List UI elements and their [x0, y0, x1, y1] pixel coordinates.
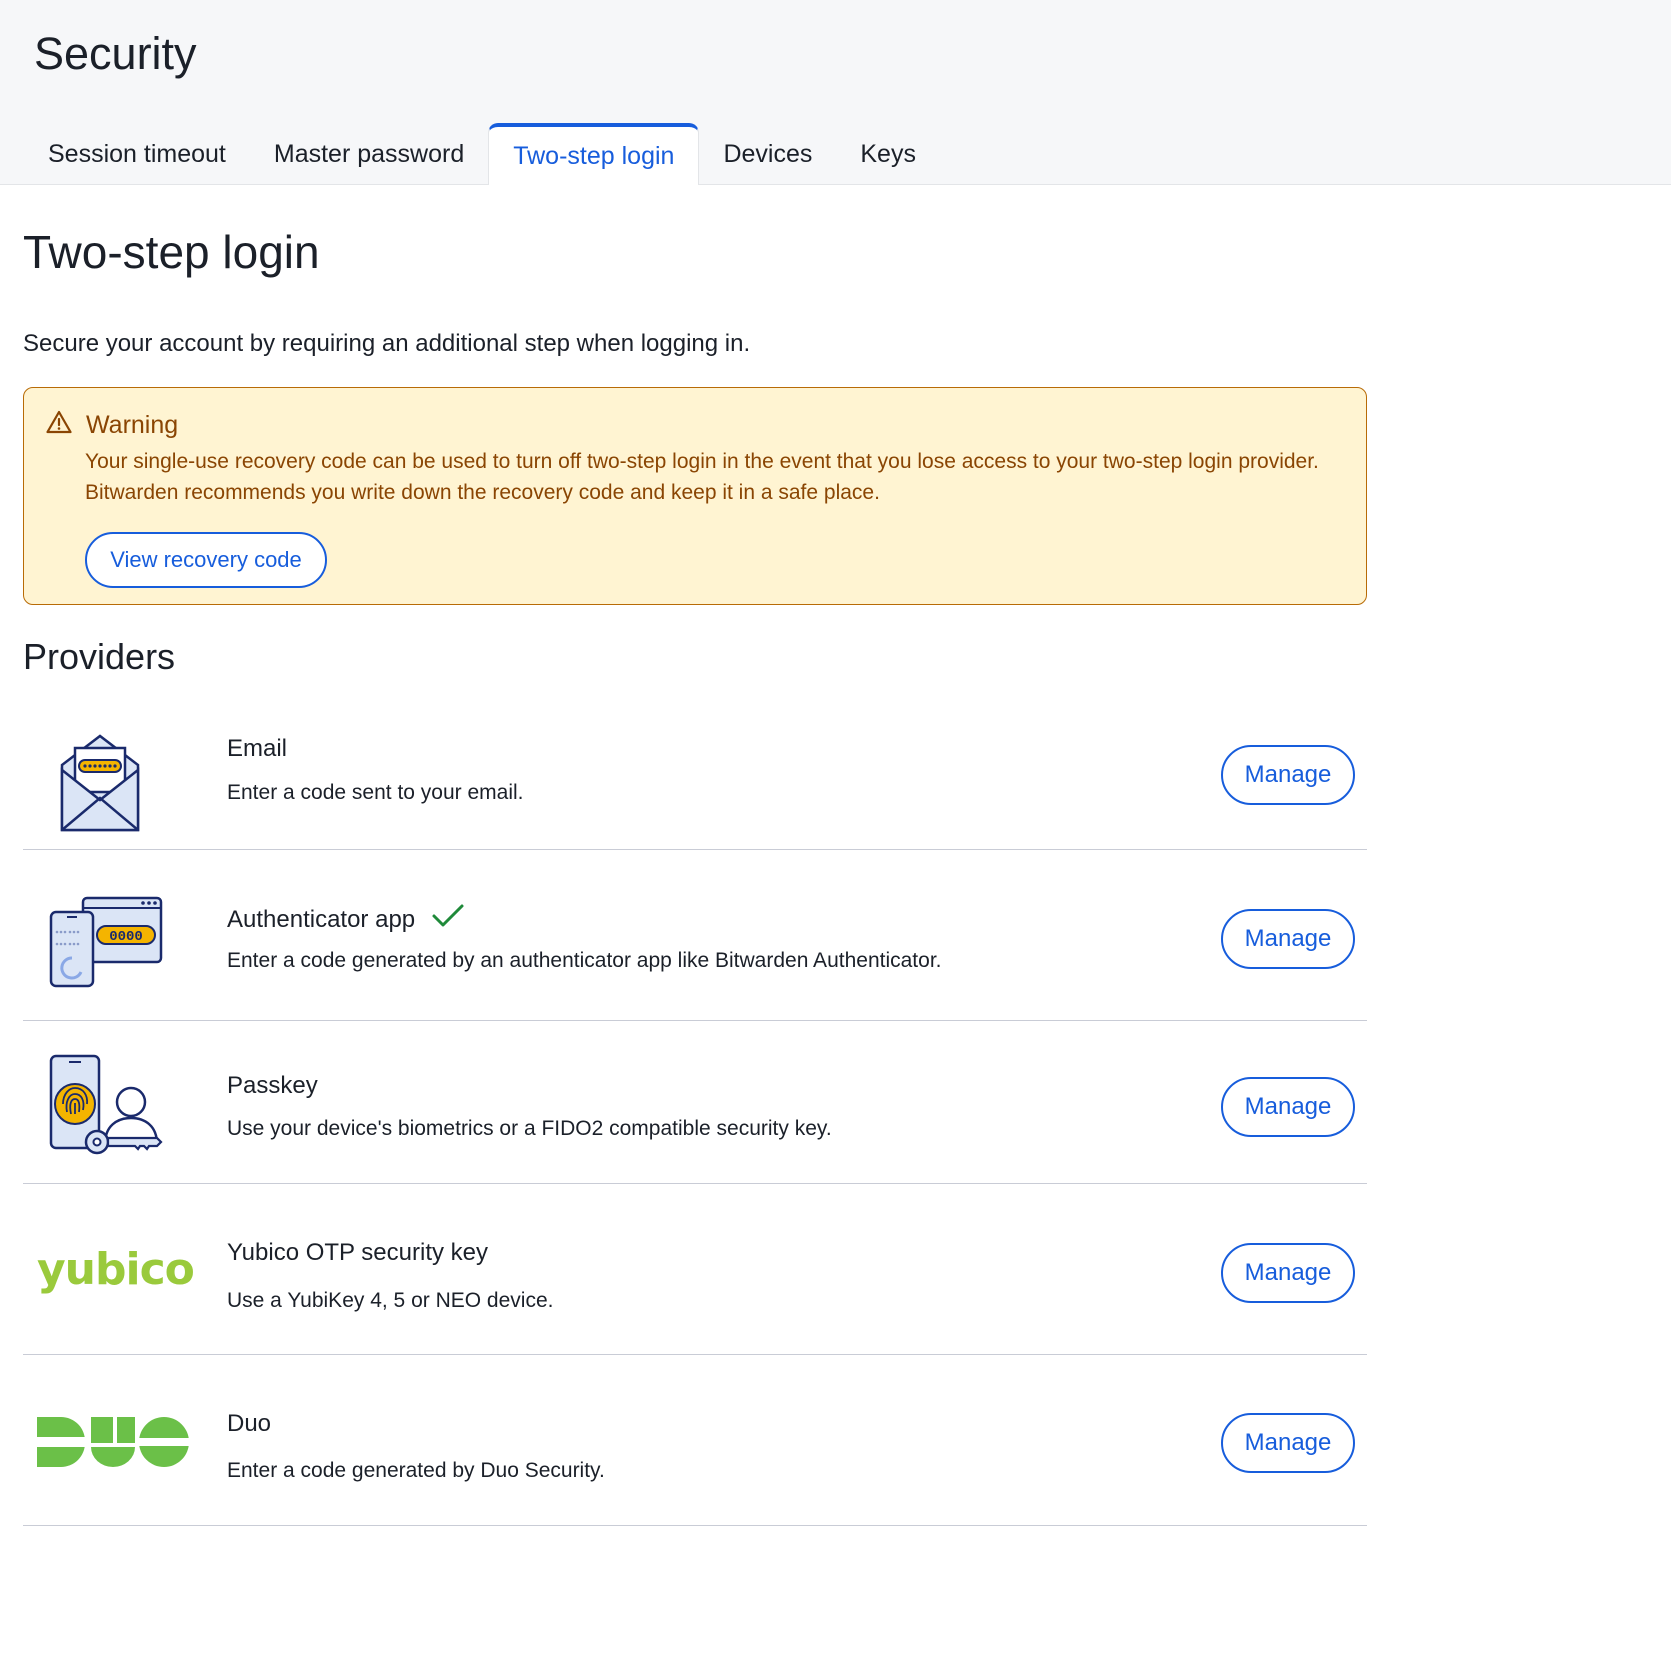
provider-name-text: Passkey [227, 1072, 318, 1099]
provider-name-text: Duo [227, 1410, 272, 1437]
yubico-logo: yubico [37, 1244, 197, 1309]
passkey-fingerprint-icon [37, 1054, 163, 1165]
manage-authenticator-button[interactable]: Manage [1221, 909, 1355, 969]
warning-title: Warning [86, 411, 179, 439]
authenticator-app-icon: 0000 [37, 894, 163, 995]
warning-body: Your single-use recovery code can be use… [85, 450, 1319, 504]
provider-description: Use a YubiKey 4, 5 or NEO device. [227, 1289, 554, 1312]
manage-email-button[interactable]: Manage [1221, 745, 1355, 805]
provider-name: Passkey [227, 1072, 318, 1100]
warning-header: Warning [46, 410, 178, 441]
provider-description: Enter a code generated by Duo Security. [227, 1459, 605, 1482]
section-title: Two-step login [23, 226, 320, 278]
page-title: Security [34, 28, 197, 79]
provider-description: Use your device's biometrics or a FIDO2 … [227, 1117, 832, 1140]
tab-two-step-login[interactable]: Two-step login [488, 123, 700, 185]
provider-name-text: Email [227, 735, 288, 762]
email-envelope-icon [37, 720, 163, 839]
page-header: Security Session timeout Master password… [0, 0, 1671, 185]
warning-triangle-icon [46, 410, 72, 441]
security-tabs: Session timeout Master password Two-step… [24, 123, 940, 185]
provider-name: Duo [227, 1410, 271, 1438]
tab-session-timeout[interactable]: Session timeout [24, 123, 250, 185]
svg-text:0000: 0000 [109, 929, 143, 945]
provider-description: Enter a code sent to your email. [227, 781, 524, 804]
provider-row-email: Email Enter a code sent to your email. M… [23, 692, 1367, 850]
duo-logo [37, 1417, 191, 1472]
provider-name: Yubico OTP security key [227, 1239, 488, 1267]
intro-text: Secure your account by requiring an addi… [23, 330, 751, 357]
provider-row-duo: Duo Enter a code generated by Duo Securi… [23, 1355, 1367, 1526]
provider-row-yubico: yubico Yubico OTP security key Use a Yub… [23, 1184, 1367, 1355]
warning-callout: Warning Your single-use recovery code ca… [23, 387, 1367, 605]
tab-master-password[interactable]: Master password [250, 123, 488, 185]
manage-passkey-button[interactable]: Manage [1221, 1077, 1355, 1137]
provider-name-text: Authenticator app [227, 905, 416, 933]
tab-devices[interactable]: Devices [699, 123, 836, 185]
provider-name-text: Yubico OTP security key [227, 1239, 488, 1266]
provider-description: Enter a code generated by an authenticat… [227, 949, 942, 972]
check-icon [431, 903, 465, 936]
manage-duo-button[interactable]: Manage [1221, 1413, 1355, 1473]
tab-keys[interactable]: Keys [836, 123, 940, 185]
providers-title: Providers [23, 636, 176, 677]
svg-text:yubico: yubico [37, 1244, 194, 1295]
provider-name: Authenticator app [227, 903, 465, 936]
provider-row-authenticator: 0000 Authenticator app Enter a code gene… [23, 850, 1367, 1021]
view-recovery-code-button[interactable]: View recovery code [85, 532, 327, 588]
provider-name: Email [227, 735, 287, 763]
provider-row-passkey: Passkey Use your device's biometrics or … [23, 1021, 1367, 1184]
manage-yubico-button[interactable]: Manage [1221, 1243, 1355, 1303]
